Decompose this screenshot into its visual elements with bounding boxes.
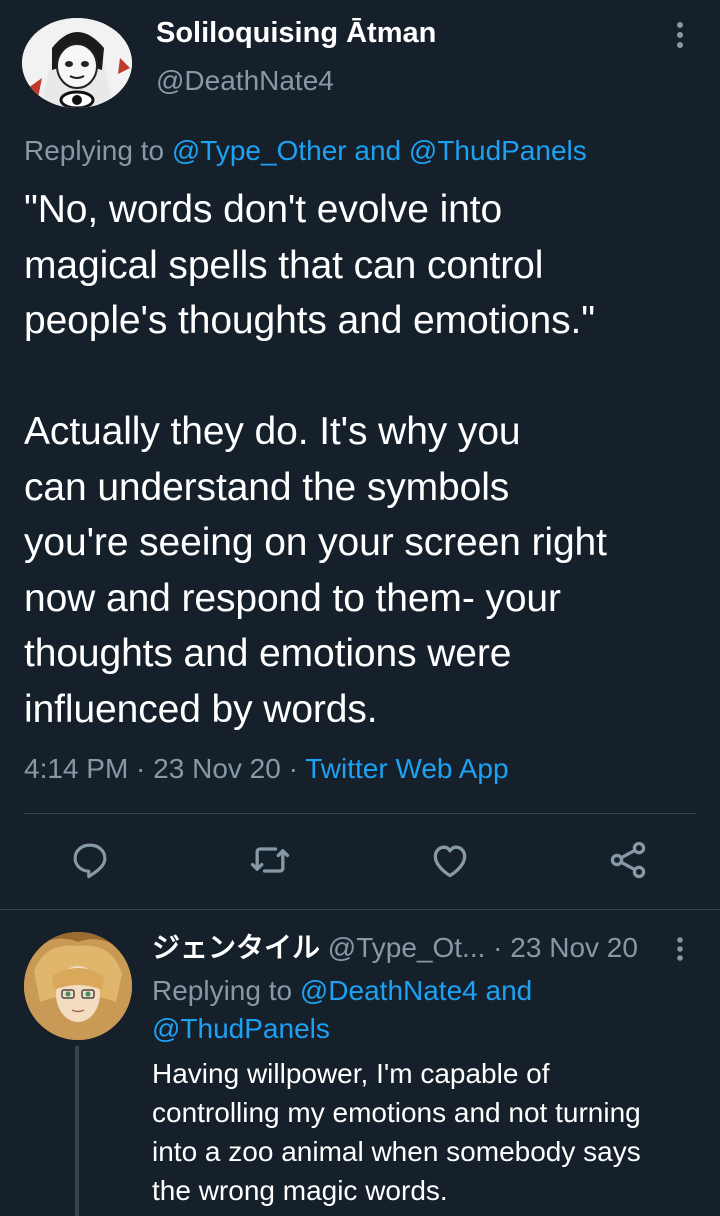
tweet-text-line: magical spells that can control	[24, 243, 544, 287]
mention-thudpanels[interactable]: @ThudPanels	[152, 1013, 330, 1044]
author-display-name[interactable]: Soliloquising Ātman	[156, 16, 436, 50]
tweet-text-line: thoughts and emotions were	[24, 632, 512, 675]
reply-more-options-icon[interactable]	[664, 934, 696, 964]
tweet-text-line: can understand the symbols	[24, 465, 510, 509]
reply-text-line: Having willpower, I'm capable of	[152, 1058, 550, 1089]
replying-to: Replying to @Type_Other and @ThudPanels	[24, 134, 587, 168]
like-button[interactable]	[426, 836, 474, 884]
more-options-icon[interactable]	[664, 18, 696, 52]
tweet-text-line: now and respond to them- your	[24, 576, 561, 620]
mention-type-other[interactable]: @Type_Other	[172, 135, 347, 166]
tweet-date: 23 Nov 20	[153, 753, 281, 784]
reply-tweet-text: Having willpower, I'm capable of control…	[152, 1054, 712, 1210]
reply-text-line: controlling my emotions and not turning	[152, 1097, 641, 1128]
divider	[24, 813, 696, 814]
reply-icon	[73, 843, 107, 879]
retweet-button[interactable]	[246, 836, 294, 884]
tweet-text-line: you're seeing on your screen right	[24, 521, 607, 564]
tweet-text-line: influenced by words.	[24, 687, 378, 731]
author-handle[interactable]: @DeathNate4	[156, 64, 334, 98]
replying-and[interactable]: and	[347, 135, 409, 166]
meta-separator: ·	[128, 753, 154, 784]
replying-to-prefix: Replying to	[24, 135, 172, 166]
reply-author-avatar[interactable]	[24, 932, 132, 1040]
share-icon	[610, 841, 646, 879]
tweet-text-line: Actually they do. It's why you	[24, 410, 521, 453]
reply-date[interactable]: 23 Nov 20	[510, 932, 638, 963]
tweet-meta: 4:14 PM · 23 Nov 20 · Twitter Web App	[24, 752, 509, 786]
reply-button[interactable]	[66, 836, 114, 884]
heart-icon	[433, 845, 467, 878]
tweet-source[interactable]: Twitter Web App	[305, 753, 508, 784]
reply-replying-to: Replying to @DeathNate4 and @ThudPanels	[152, 972, 672, 1048]
reply-header: ジェンタイル @Type_Ot... · 23 Nov 20	[152, 930, 638, 966]
reply-author-handle[interactable]: @Type_Ot...	[328, 932, 486, 963]
mention-deathnate4[interactable]: @DeathNate4	[300, 975, 478, 1006]
replying-to-prefix: Replying to	[152, 975, 300, 1006]
divider	[0, 909, 720, 910]
meta-separator: ·	[485, 932, 511, 963]
reply-author-display-name[interactable]: ジェンタイル	[152, 932, 320, 963]
meta-separator: ·	[280, 753, 306, 784]
share-button[interactable]	[604, 836, 652, 884]
thread-connector	[75, 1046, 79, 1216]
retweet-icon	[250, 847, 290, 873]
tweet-text: "No, words don't evolve into magical spe…	[24, 182, 704, 737]
tweet-text-blank-line	[24, 349, 704, 405]
mention-thudpanels[interactable]: @ThudPanels	[409, 135, 587, 166]
replying-and[interactable]: and	[478, 975, 533, 1006]
tweet-text-line: people's thoughts and emotions."	[24, 299, 595, 342]
tweet-text-line: "No, words don't evolve into	[24, 188, 503, 231]
tweet-time: 4:14 PM	[24, 753, 129, 784]
reply-text-line: the wrong magic words.	[152, 1175, 448, 1206]
reply-text-line: into a zoo animal when somebody says	[152, 1136, 641, 1167]
author-avatar[interactable]	[22, 18, 132, 108]
